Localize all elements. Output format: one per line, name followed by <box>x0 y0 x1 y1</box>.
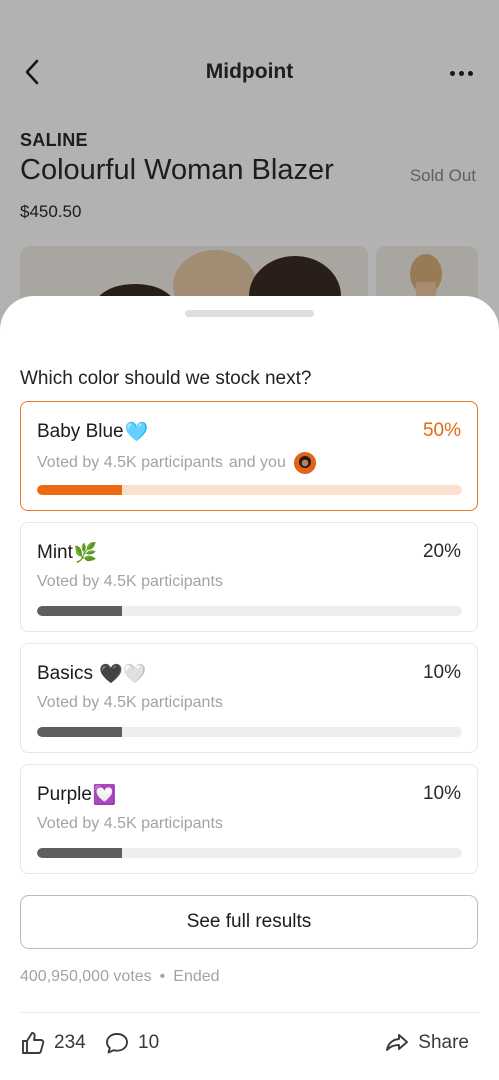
option-percent: 50% <box>422 420 461 441</box>
comment-button[interactable]: 10 <box>104 1030 159 1056</box>
option-label: Baby Blue 🩵 <box>37 421 149 443</box>
option-progress-fill <box>37 848 122 858</box>
poll-option-mint[interactable]: Mint 🌿 20% Voted by 4.5K participants <box>20 522 478 632</box>
comment-bubble-icon <box>106 1033 128 1054</box>
poll-bottom-sheet: Which color should we stock next? Baby B… <box>0 296 499 1080</box>
option-progress-bar <box>37 606 462 616</box>
share-button[interactable]: Share <box>384 1030 469 1056</box>
option-voters: Voted by 4.5K participants <box>37 815 223 832</box>
avatar <box>293 452 316 474</box>
poll-question: Which color should we stock next? <box>20 368 312 389</box>
thumbs-up-icon <box>22 1032 45 1054</box>
poll-summary: 400,950,000 votes • Ended <box>20 968 220 986</box>
option-percent: 10% <box>422 783 461 804</box>
like-button[interactable]: 234 <box>20 1030 86 1056</box>
divider <box>20 1012 479 1013</box>
option-progress-fill <box>37 727 122 737</box>
option-progress-bar <box>37 727 462 737</box>
option-progress-bar <box>37 848 462 858</box>
share-arrow-icon <box>386 1034 409 1051</box>
poll-state: Ended <box>173 968 220 985</box>
herb-icon: 🌿 <box>73 543 98 564</box>
option-voters: Voted by 4.5K participants <box>37 694 223 711</box>
option-percent: 10% <box>422 662 461 683</box>
like-count: 234 <box>54 1032 86 1053</box>
sheet-drag-handle[interactable] <box>185 310 314 317</box>
see-full-results-button[interactable]: See full results <box>20 895 478 949</box>
comment-count: 10 <box>138 1032 160 1053</box>
black-white-heart-icon: 🖤🤍 <box>99 664 147 685</box>
share-label: Share <box>418 1032 469 1053</box>
vote-count: 400,950,000 votes <box>20 968 152 985</box>
action-bar: 234 10 Share <box>20 1030 479 1062</box>
heart-decoration-icon: 💟 <box>92 785 117 806</box>
poll-option-purple[interactable]: Purple 💟 10% Voted by 4.5K participants <box>20 764 478 874</box>
option-progress-fill <box>37 606 122 616</box>
poll-option-baby-blue[interactable]: Baby Blue 🩵 50% Voted by 4.5K participant… <box>20 401 478 511</box>
option-voters: Voted by 4.5K participants and you <box>37 452 316 474</box>
option-percent: 20% <box>422 541 461 562</box>
light-blue-heart-icon: 🩵 <box>124 422 149 443</box>
poll-option-basics[interactable]: Basics 🖤🤍 10% Voted by 4.5K participants <box>20 643 478 753</box>
separator: • <box>159 968 166 985</box>
option-voters: Voted by 4.5K participants <box>37 573 223 590</box>
option-label: Mint 🌿 <box>37 542 98 564</box>
option-progress-fill <box>37 485 122 495</box>
option-progress-bar <box>37 485 462 495</box>
option-label: Basics 🖤🤍 <box>37 663 147 685</box>
option-label: Purple 💟 <box>37 784 117 806</box>
